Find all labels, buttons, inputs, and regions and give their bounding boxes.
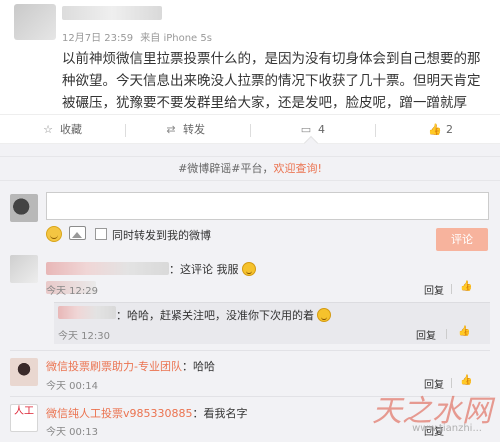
rumor-banner[interactable]: #微博辟谣#平台，欢迎查询! (0, 156, 500, 181)
like-button[interactable]: 👍 2 (428, 115, 453, 145)
reply-like-separator (446, 329, 447, 339)
avatar-text: 人工 (14, 406, 34, 417)
current-user-avatar (10, 194, 38, 222)
also-repost-checkbox[interactable] (95, 228, 107, 240)
author-name-redacted[interactable] (62, 6, 162, 20)
reply-button[interactable]: 回复 (416, 327, 436, 342)
comment-divider (10, 350, 490, 351)
repost-button[interactable]: ⇄ 转发 (165, 115, 205, 145)
comment-text: 微信投票刷票助力-专业团队：哈哈 (46, 360, 215, 373)
commenter-name-redacted[interactable] (46, 262, 169, 275)
thumbs-up-icon: 👍 (458, 326, 471, 337)
action-separator (375, 124, 376, 137)
thumbs-up-icon: 👍 (428, 123, 442, 136)
comment-time: 今天 00:13 (46, 427, 98, 438)
favorite-button[interactable]: ☆ 收藏 (42, 115, 82, 145)
action-separator (250, 124, 251, 137)
star-icon: ☆ (43, 123, 53, 136)
weibo-post: 12月7日 23:59 来自 iPhone 5s 以前神烦微信里拉票投票什么的，… (0, 0, 500, 133)
comment-submit-button[interactable]: 评论 (436, 228, 488, 251)
favorite-label: 收藏 (60, 123, 82, 136)
comment-like-button[interactable]: 👍 (458, 326, 470, 337)
commenter-name[interactable]: 微信纯人工投票v985330885 (46, 407, 193, 420)
banner-prefix: #微博辟谣#平台， (178, 162, 274, 175)
thumbs-up-icon: 👍 (460, 375, 473, 386)
repost-label: 转发 (183, 123, 205, 136)
laughing-emoji-icon (241, 262, 256, 276)
reply-name-redacted[interactable] (58, 306, 116, 319)
reply-time: 今天 12:30 (58, 331, 110, 342)
like-count: 2 (446, 123, 453, 136)
comment-input[interactable] (46, 192, 489, 220)
commenter-avatar[interactable]: 人工 (10, 404, 38, 432)
comment-time: 今天 12:29 (46, 286, 98, 297)
reply-text: ：哈哈，赶紧关注吧，没准你下次用的着 (116, 307, 331, 323)
thumbs-up-icon: 👍 (460, 281, 473, 292)
banner-link[interactable]: 欢迎查询! (274, 162, 322, 175)
emoji-icon[interactable] (46, 226, 62, 242)
comment-time: 今天 00:14 (46, 381, 98, 392)
post-date[interactable]: 12月7日 23:59 (62, 33, 133, 44)
comment-count: 4 (318, 123, 325, 136)
laughing-emoji-icon (317, 308, 331, 322)
watermark-url: www.tianzhi... (412, 423, 482, 434)
reply-button[interactable]: 回复 (424, 282, 444, 297)
commenter-avatar[interactable] (10, 255, 38, 283)
author-avatar[interactable] (14, 4, 56, 40)
repost-icon: ⇄ (166, 123, 176, 136)
post-meta: 12月7日 23:59 来自 iPhone 5s (62, 29, 216, 44)
commenter-avatar[interactable] (10, 358, 38, 386)
also-repost-label: 同时转发到我的微博 (112, 229, 211, 242)
comment-text: 微信纯人工投票v985330885：看我名字 (46, 407, 248, 420)
post-source[interactable]: 来自 iPhone 5s (140, 33, 212, 44)
action-separator (125, 124, 126, 137)
comment-like-button[interactable]: 👍 (460, 375, 472, 386)
comment-text: ：这评论 我服 (169, 261, 256, 277)
comment-like-button[interactable]: 👍 (460, 281, 472, 292)
post-action-bar: ☆ 收藏 ⇄ 转发 ▭ 4 👍 2 (0, 114, 500, 144)
reply-like-separator (451, 284, 452, 294)
commenter-name[interactable]: 微信投票刷票助力-专业团队 (46, 360, 182, 373)
image-icon[interactable] (69, 226, 86, 240)
